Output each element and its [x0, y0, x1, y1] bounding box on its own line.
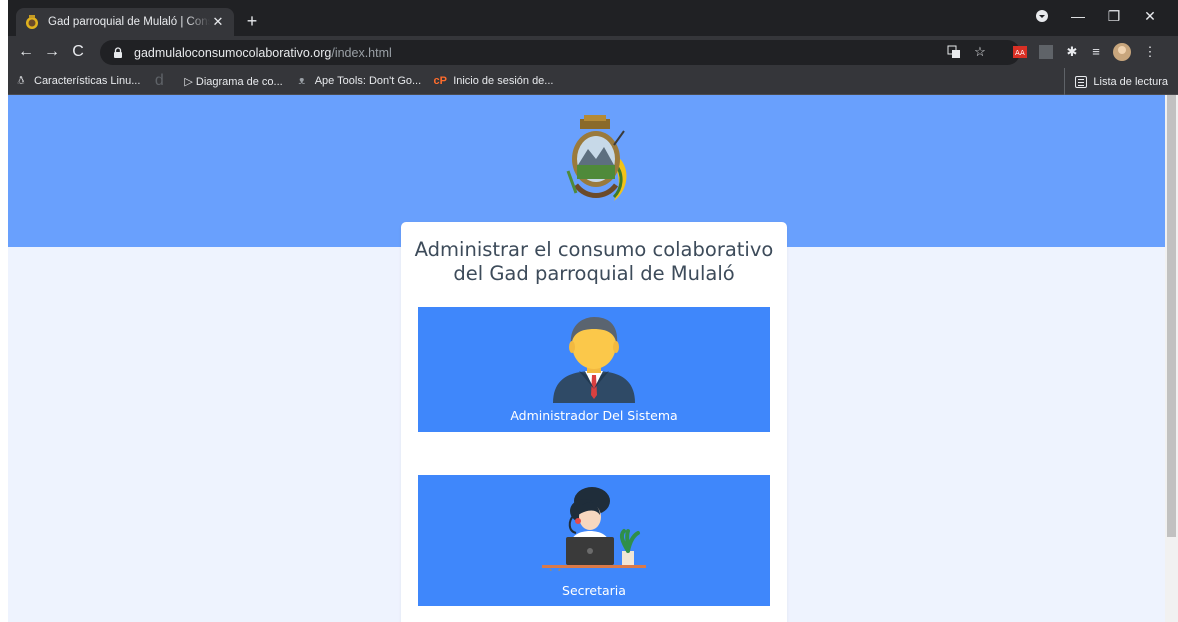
login-card: Administrar el consumo colaborativo del … — [401, 222, 787, 622]
extensions-puzzle-icon[interactable]: ✱ — [1062, 42, 1082, 62]
businessman-avatar-icon — [553, 317, 635, 403]
reading-list-label: Lista de lectura — [1093, 75, 1168, 88]
url-host: gadmulaloconsumocolaborativo.org — [134, 45, 332, 60]
secretary-role-button[interactable]: Secretaria — [418, 475, 770, 606]
url-path: /index.html — [331, 45, 392, 60]
admin-role-button[interactable]: Administrador Del Sistema — [418, 307, 770, 432]
profile-avatar-icon[interactable] — [1112, 42, 1132, 62]
cp-icon: cP — [433, 75, 447, 87]
bookmark-label: Características Linu... — [34, 75, 141, 87]
reload-icon[interactable]: C — [66, 40, 90, 64]
bookmark-linux[interactable]: 🐧︎ Características Linu... — [14, 74, 141, 88]
admin-role-label: Administrador Del Sistema — [510, 408, 678, 423]
bookmarks-bar: 🐧︎ Características Linu... d ▷ Diagrama … — [8, 68, 1178, 95]
page-viewport: Administrar el consumo colaborativo del … — [8, 95, 1165, 622]
bookmark-label: Inicio de sesión de... — [453, 75, 554, 87]
bookmark-ape-tools[interactable]: ᴥ Ape Tools: Don't Go... — [295, 74, 421, 88]
profile-menu-icon[interactable] — [1024, 4, 1060, 28]
page-title-line1: Administrar el consumo colaborativo — [414, 238, 774, 261]
translate-icon[interactable] — [944, 42, 964, 62]
tab-close-icon[interactable]: ✕ — [210, 14, 226, 30]
coat-of-arms-logo — [566, 115, 627, 201]
left-edge — [0, 0, 8, 622]
ape-icon: ᴥ — [298, 75, 306, 87]
restore-button[interactable]: ❐ — [1096, 4, 1132, 28]
reading-list-icon — [1075, 75, 1088, 88]
d-icon: d — [154, 72, 164, 89]
forward-arrow-icon[interactable]: → — [40, 40, 64, 64]
bookmark-label: Ape Tools: Don't Go... — [314, 75, 422, 87]
new-tab-button[interactable]: + — [240, 10, 264, 34]
bookmark-d[interactable]: d — [152, 72, 172, 89]
extension-gray-icon[interactable] — [1036, 42, 1056, 62]
toolbar: ← → C gadmulaloconsumocolaborativo.org/i… — [8, 36, 1178, 68]
close-window-button[interactable]: ✕ — [1132, 4, 1168, 28]
browser-chrome: Gad parroquial de Mulaló | Consumo colab… — [8, 0, 1178, 95]
bookmark-diagrama[interactable]: ▷ Diagrama de co... — [184, 75, 282, 88]
media-queue-icon[interactable]: ≡ — [1086, 42, 1106, 62]
address-bar[interactable]: gadmulaloconsumocolaborativo.org/index.h… — [100, 40, 1020, 65]
page-scrollbar[interactable] — [1165, 95, 1178, 622]
bookmark-label: ▷ Diagrama de co... — [184, 75, 283, 88]
secretary-avatar-icon — [542, 487, 646, 571]
reading-list-button[interactable]: Lista de lectura — [1064, 68, 1168, 95]
lock-icon — [114, 46, 122, 58]
kebab-menu-icon[interactable]: ⋮ — [1140, 42, 1160, 62]
penguin-icon: 🐧︎ — [17, 75, 25, 87]
bookmark-star-icon[interactable]: ☆ — [970, 42, 990, 62]
tab-active[interactable]: Gad parroquial de Mulaló | Consumo colab… — [16, 8, 234, 36]
scrollbar-thumb[interactable] — [1167, 95, 1176, 537]
extension-red-icon[interactable]: AA — [1010, 42, 1030, 62]
coat-of-arms-favicon-icon — [26, 15, 38, 29]
secretary-role-label: Secretaria — [562, 583, 626, 598]
tab-strip: Gad parroquial de Mulaló | Consumo colab… — [8, 0, 1178, 36]
bookmark-inicio-sesion[interactable]: cP Inicio de sesión de... — [433, 74, 553, 88]
tab-title: Gad parroquial de Mulaló | Consumo colab… — [48, 16, 210, 28]
back-arrow-icon[interactable]: ← — [14, 40, 38, 64]
minimize-button[interactable]: — — [1060, 4, 1096, 28]
svg-text:AA: AA — [1015, 49, 1025, 57]
page-title-line2: del Gad parroquial de Mulaló — [453, 262, 735, 285]
page-title: Administrar el consumo colaborativo del … — [401, 238, 787, 286]
